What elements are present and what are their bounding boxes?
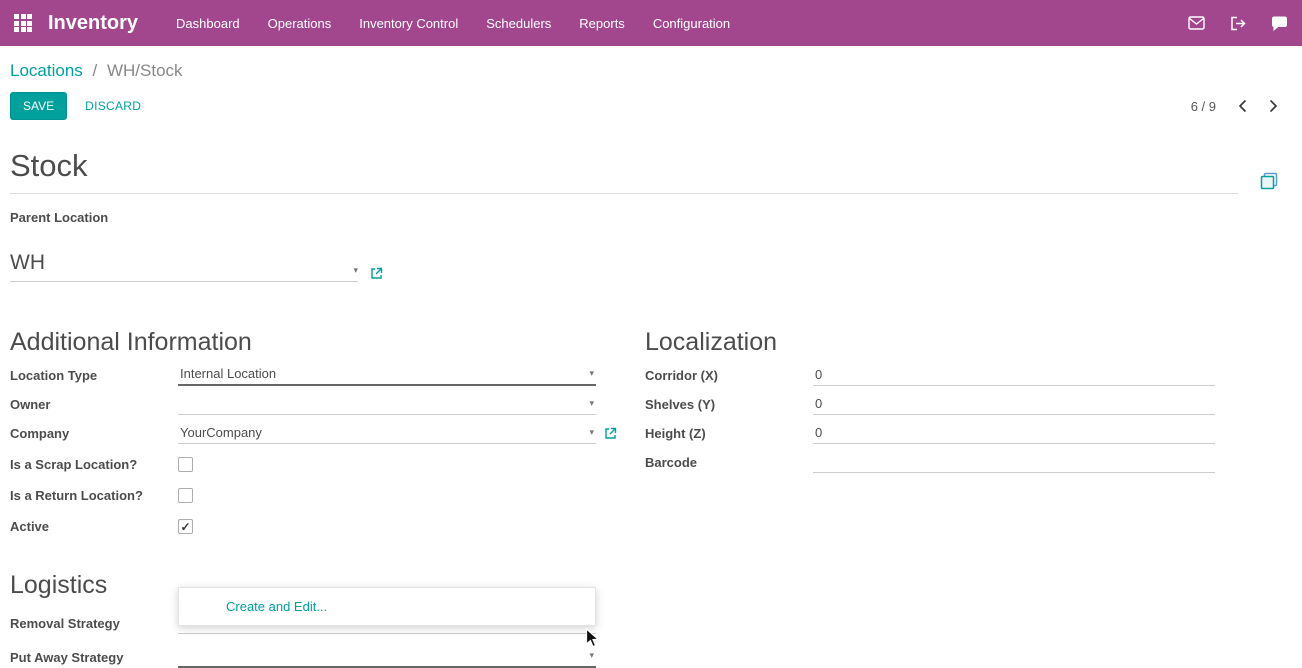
field-row-active: Active ✓ [10, 516, 645, 537]
owner-label: Owner [10, 397, 178, 412]
chevron-down-icon[interactable]: ▾ [589, 369, 594, 378]
height-field[interactable]: 0 [813, 424, 1215, 444]
additional-info-heading: Additional Information [10, 328, 645, 357]
record-title[interactable]: Stock [10, 148, 1238, 194]
corridor-field[interactable]: 0 [813, 366, 1215, 386]
parent-location-label: Parent Location [10, 210, 1292, 225]
location-type-label: Location Type [10, 368, 178, 383]
field-row-location-type: Location Type Internal Location ▾ [10, 365, 645, 386]
menu-configuration[interactable]: Configuration [653, 16, 730, 31]
parent-location-value[interactable]: WH [10, 251, 45, 275]
right-column: Localization Corridor (X) 0 Shelves (Y) … [645, 328, 1292, 668]
field-row-putaway-strategy: Put Away Strategy ▾ [10, 647, 645, 668]
field-row-corridor: Corridor (X) 0 [645, 365, 1215, 386]
pager: 6 / 9 [1191, 99, 1292, 114]
location-type-value: Internal Location [180, 366, 276, 381]
parent-location-field[interactable]: WH ▾ [10, 251, 358, 282]
barcode-field[interactable] [813, 453, 1215, 473]
localization-heading: Localization [645, 328, 1215, 357]
apps-grid-icon[interactable] [14, 14, 32, 32]
field-row-return: Is a Return Location? [10, 485, 645, 506]
field-row-company: Company YourCompany ▾ [10, 423, 645, 444]
field-row-scrap: Is a Scrap Location? [10, 454, 645, 475]
putaway-strategy-label: Put Away Strategy [10, 650, 178, 665]
external-link-icon[interactable] [370, 267, 383, 280]
breadcrumb-current: WH/Stock [107, 61, 183, 80]
save-button[interactable]: SAVE [10, 92, 67, 120]
menu-dashboard[interactable]: Dashboard [176, 16, 240, 31]
return-label: Is a Return Location? [10, 488, 178, 503]
barcode-label: Barcode [645, 455, 813, 470]
company-field[interactable]: YourCompany ▾ [178, 424, 596, 444]
scrap-label: Is a Scrap Location? [10, 457, 178, 472]
create-and-edit-option[interactable]: Create and Edit... [179, 588, 595, 625]
translate-icon[interactable] [1260, 172, 1278, 190]
pager-next-icon[interactable] [1269, 99, 1278, 113]
field-row-barcode: Barcode [645, 452, 1215, 473]
menu-reports[interactable]: Reports [579, 16, 625, 31]
removal-strategy-label: Removal Strategy [10, 616, 178, 631]
corridor-label: Corridor (X) [645, 368, 813, 383]
discard-button[interactable]: DISCARD [85, 99, 141, 113]
chevron-down-icon[interactable]: ▾ [589, 399, 594, 408]
chat-bubble-icon[interactable] [1271, 16, 1288, 31]
field-row-height: Height (Z) 0 [645, 423, 1215, 444]
topbar: Inventory Dashboard Operations Inventory… [0, 0, 1302, 46]
top-menu: Dashboard Operations Inventory Control S… [176, 16, 730, 31]
scrap-checkbox[interactable] [178, 457, 193, 472]
chevron-down-icon[interactable]: ▾ [589, 651, 594, 660]
owner-field[interactable]: ▾ [178, 395, 596, 415]
breadcrumb-separator: / [93, 61, 98, 80]
putaway-strategy-input[interactable] [180, 648, 589, 663]
company-label: Company [10, 426, 178, 441]
breadcrumb: Locations / WH/Stock [0, 46, 1302, 81]
active-label: Active [10, 519, 178, 534]
shelves-value: 0 [815, 396, 822, 411]
menu-inventory-control[interactable]: Inventory Control [359, 16, 458, 31]
breadcrumb-parent-link[interactable]: Locations [10, 61, 83, 80]
field-row-shelves: Shelves (Y) 0 [645, 394, 1215, 415]
company-value: YourCompany [180, 425, 262, 440]
shelves-field[interactable]: 0 [813, 395, 1215, 415]
height-label: Height (Z) [645, 426, 813, 441]
messages-envelope-icon[interactable] [1188, 16, 1205, 30]
autocomplete-dropdown: Create and Edit... [178, 587, 596, 626]
external-link-icon[interactable] [604, 427, 617, 440]
app-title[interactable]: Inventory [48, 12, 138, 35]
return-checkbox[interactable] [178, 488, 193, 503]
menu-operations[interactable]: Operations [268, 16, 332, 31]
pager-value: 6 / 9 [1191, 99, 1216, 114]
putaway-strategy-field[interactable]: ▾ [178, 647, 596, 668]
corridor-value: 0 [815, 367, 822, 382]
pager-prev-icon[interactable] [1238, 99, 1247, 113]
title-row: Stock [10, 148, 1292, 194]
topbar-icons [1188, 16, 1288, 31]
menu-schedulers[interactable]: Schedulers [486, 16, 551, 31]
check-icon: ✓ [180, 520, 190, 534]
active-checkbox[interactable]: ✓ [178, 519, 193, 534]
chevron-down-icon[interactable]: ▾ [353, 266, 358, 275]
logout-icon[interactable] [1230, 16, 1246, 31]
action-row: SAVE DISCARD 6 / 9 [0, 81, 1302, 120]
chevron-down-icon[interactable]: ▾ [589, 428, 594, 437]
location-type-field[interactable]: Internal Location ▾ [178, 365, 596, 386]
shelves-label: Shelves (Y) [645, 397, 813, 412]
height-value: 0 [815, 425, 822, 440]
field-row-owner: Owner ▾ [10, 394, 645, 415]
parent-location-row: WH ▾ [10, 251, 1292, 282]
